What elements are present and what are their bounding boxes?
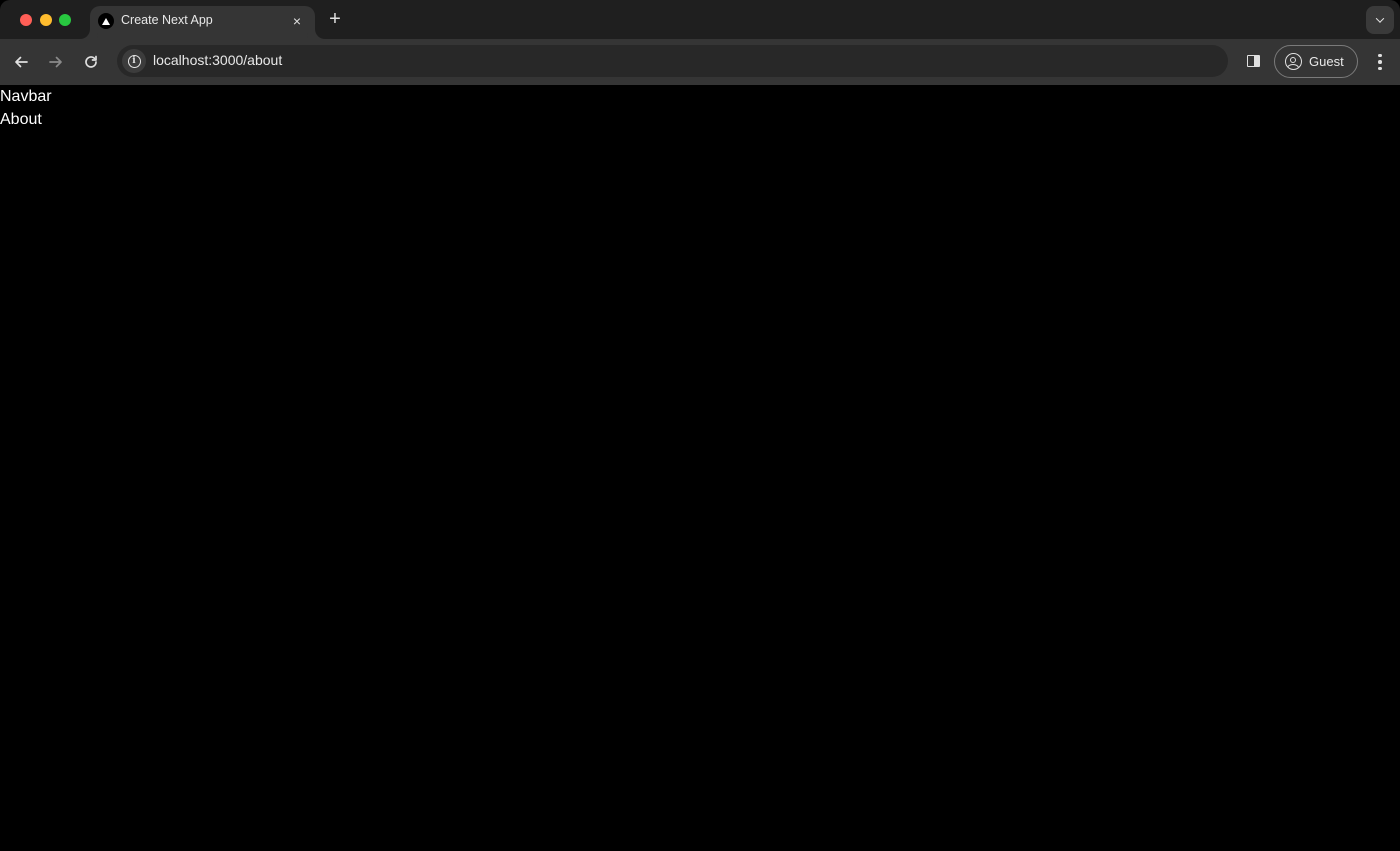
tab-create-next-app[interactable]: Create Next App × (90, 6, 315, 39)
reload-button[interactable] (79, 50, 103, 74)
browser-window: Create Next App × + i localhost:3000/abo… (0, 0, 1400, 851)
chevron-down-icon (1375, 14, 1385, 23)
nextjs-favicon-icon (98, 13, 114, 29)
side-panel-icon (1246, 55, 1260, 67)
minimize-window-button[interactable] (40, 14, 52, 26)
address-bar[interactable]: i localhost:3000/about (117, 45, 1228, 77)
page-viewport: Navbar About (0, 85, 1400, 851)
browser-toolbar: i localhost:3000/about Guest (0, 39, 1400, 85)
tab-title: Create Next App (121, 13, 213, 27)
reload-icon (85, 55, 97, 68)
arrow-left-icon (15, 56, 28, 68)
account-circle-icon (1285, 53, 1302, 70)
about-heading: About (0, 111, 42, 128)
more-vert-icon (1378, 53, 1382, 58)
navbar-text: Navbar (0, 88, 52, 105)
info-icon: i (127, 54, 141, 68)
close-tab-icon[interactable]: × (287, 11, 307, 31)
back-button[interactable] (9, 50, 33, 74)
side-panel-button[interactable] (1243, 51, 1263, 71)
url-text[interactable]: localhost:3000/about (153, 52, 282, 68)
tab-search-button[interactable] (1366, 6, 1394, 34)
arrow-right-icon (49, 56, 62, 68)
profile-label: Guest (1309, 54, 1344, 69)
close-window-button[interactable] (20, 14, 32, 26)
site-info-button[interactable]: i (122, 49, 146, 73)
tab-strip: Create Next App × + (0, 0, 1400, 39)
profile-button[interactable]: Guest (1274, 45, 1358, 78)
forward-button[interactable] (44, 50, 68, 74)
new-tab-button[interactable]: + (324, 8, 346, 30)
browser-menu-button[interactable] (1370, 51, 1390, 73)
maximize-window-button[interactable] (59, 14, 71, 26)
